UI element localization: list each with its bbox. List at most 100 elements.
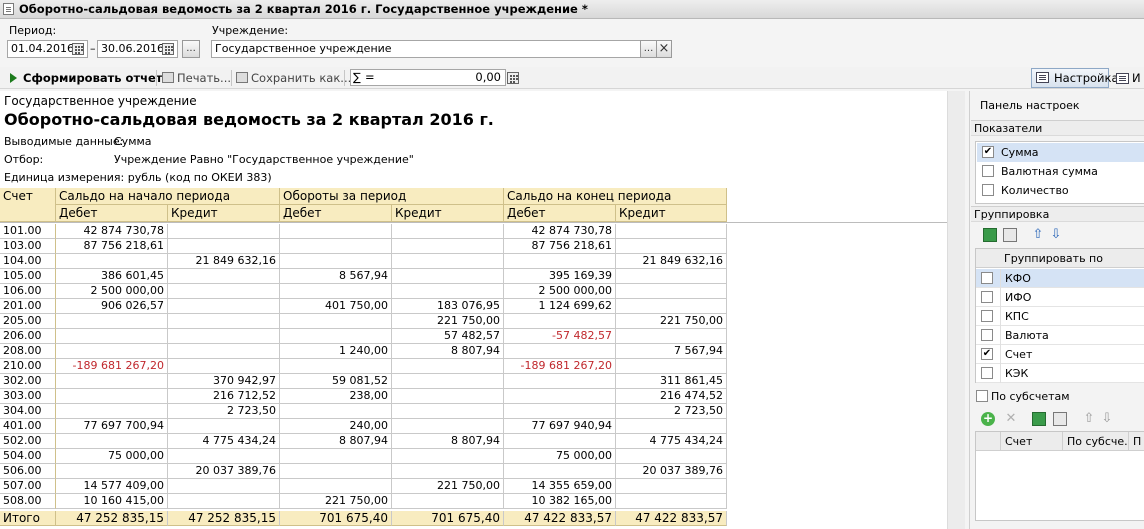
header-divider [0, 222, 947, 223]
cell-turnover-debit [280, 254, 392, 269]
cell-closing-debit: 2 500 000,00 [504, 284, 616, 299]
meta-filter-label: Отбор: [4, 153, 44, 166]
total-turnover-credit: 701 675,40 [392, 511, 504, 526]
sum-field[interactable]: ∑ = 0,00 [350, 69, 506, 86]
cell-turnover-debit: 238,00 [280, 389, 392, 404]
report-org: Государственное учреждение [4, 94, 197, 108]
move-up-icon[interactable]: ⇧ [1082, 412, 1096, 426]
subaccounts-toggle[interactable]: По субсчетам [976, 388, 1070, 403]
date-from-field[interactable]: 01.04.2016 [7, 40, 88, 58]
indicators-section-header: Показатели [971, 120, 1144, 136]
cell-account: 507.00 [0, 479, 56, 494]
cell-opening-credit [168, 419, 280, 434]
checkbox[interactable] [982, 165, 994, 177]
calendar-icon[interactable] [162, 43, 174, 55]
extra-button[interactable]: И [1116, 69, 1144, 87]
settings-button[interactable]: Настройка [1031, 68, 1119, 88]
cell-opening-credit: 20 037 389,76 [168, 464, 280, 479]
move-up-icon[interactable]: ⇧ [1031, 228, 1045, 242]
cell-closing-debit: 42 874 730,78 [504, 224, 616, 239]
institution-field[interactable]: Государственное учреждение [211, 40, 641, 58]
period-select-button[interactable]: ... [182, 40, 200, 58]
calendar-icon[interactable] [72, 43, 84, 55]
indicator-quantity[interactable]: Количество [977, 181, 1144, 200]
cell-turnover-credit [392, 389, 504, 404]
group-account-label: Счет [1000, 345, 1032, 364]
add-icon[interactable]: + [981, 412, 995, 426]
total-closing-credit: 47 422 833,57 [616, 511, 727, 526]
cell-account: 201.00 [0, 299, 56, 314]
settings-panel: Панель настроек Показатели ✔ Сумма Валютн… [969, 91, 1144, 529]
checkbox[interactable] [981, 310, 993, 322]
delete-icon[interactable]: ✕ [1004, 412, 1018, 426]
indicator-currency-sum[interactable]: Валютная сумма [977, 162, 1144, 181]
group-row-account[interactable]: ✔ Счет [976, 345, 1144, 364]
indicator-sum[interactable]: ✔ Сумма [977, 143, 1144, 162]
cell-opening-debit [56, 314, 168, 329]
generate-report-button[interactable]: Сформировать отчет [10, 69, 162, 87]
sigma-icon: ∑ [353, 70, 361, 84]
cell-account: 502.00 [0, 434, 56, 449]
group-row-kps[interactable]: КПС [976, 307, 1144, 326]
cell-opening-debit: 87 756 218,61 [56, 239, 168, 254]
checkbox[interactable] [981, 291, 993, 303]
date-to-field[interactable]: 30.06.2016 [97, 40, 178, 58]
turnover-debit-header: Дебет [280, 205, 392, 222]
table-row: 106.00 2 500 000,00 2 500 000,00 [0, 284, 727, 299]
table-row: 201.00 906 026,57 401 750,00 183 076,95 1 12… [0, 299, 727, 314]
checkbox[interactable] [981, 272, 993, 284]
table-row: 105.00 386 601,45 8 567,94 395 169,39 [0, 269, 727, 284]
cell-turnover-credit [392, 374, 504, 389]
cell-turnover-debit [280, 284, 392, 299]
cell-closing-debit [504, 314, 616, 329]
cell-account: 303.00 [0, 389, 56, 404]
checkbox-checked[interactable]: ✔ [981, 348, 993, 360]
cell-account: 104.00 [0, 254, 56, 269]
calculator-icon[interactable] [507, 72, 519, 84]
group-row-kek[interactable]: КЭК [976, 364, 1144, 383]
group-row-currency[interactable]: Валюта [976, 326, 1144, 345]
cell-opening-credit: 216 712,52 [168, 389, 280, 404]
cell-opening-debit [56, 254, 168, 269]
table-row: 208.00 1 240,00 8 807,94 7 567,94 [0, 344, 727, 359]
cell-account: 210.00 [0, 359, 56, 374]
checkbox[interactable] [981, 329, 993, 341]
cell-turnover-debit: 221 750,00 [280, 494, 392, 509]
uncheck-all-icon[interactable] [1003, 228, 1017, 242]
cell-closing-debit [504, 434, 616, 449]
group-row-ifo[interactable]: ИФО [976, 288, 1144, 307]
col-opening-header: Сальдо на начало периода [56, 188, 280, 205]
uncheck-all-icon[interactable] [1053, 412, 1067, 426]
cell-closing-debit: 77 697 940,94 [504, 419, 616, 434]
cell-opening-debit [56, 464, 168, 479]
cell-turnover-credit [392, 419, 504, 434]
checkbox-checked[interactable]: ✔ [982, 146, 994, 158]
move-down-icon[interactable]: ⇩ [1100, 412, 1114, 426]
report-scrollbar[interactable] [947, 91, 965, 529]
cell-turnover-debit: 240,00 [280, 419, 392, 434]
institution-select-button[interactable]: ... [640, 40, 657, 58]
cell-turnover-debit [280, 329, 392, 344]
cell-closing-debit: -57 482,57 [504, 329, 616, 344]
col-turnover-header: Обороты за период [280, 188, 504, 205]
group-row-kfo[interactable]: КФО [976, 269, 1144, 288]
check-all-icon[interactable] [1032, 412, 1046, 426]
cell-opening-credit: 370 942,97 [168, 374, 280, 389]
cell-turnover-credit: 221 750,00 [392, 314, 504, 329]
institution-clear-button[interactable]: × [656, 40, 672, 58]
move-down-icon[interactable]: ⇩ [1049, 228, 1063, 242]
checkbox[interactable] [976, 390, 988, 402]
cell-account: 302.00 [0, 374, 56, 389]
print-button[interactable]: Печать... [162, 69, 231, 87]
check-all-icon[interactable] [983, 228, 997, 242]
checkbox[interactable] [981, 367, 993, 379]
cell-closing-credit [616, 269, 727, 284]
checkbox[interactable] [982, 184, 994, 196]
cell-account: 106.00 [0, 284, 56, 299]
grouping-grid: Группировать по КФО ИФО КПС Валюта ✔ Счет… [975, 248, 1144, 383]
save-as-button[interactable]: Сохранить как... [236, 69, 351, 87]
cell-account: 101.00 [0, 224, 56, 239]
cell-turnover-credit: 221 750,00 [392, 479, 504, 494]
cell-account: 401.00 [0, 419, 56, 434]
table-row: 401.00 77 697 700,94 240,00 77 697 940,94 [0, 419, 727, 434]
